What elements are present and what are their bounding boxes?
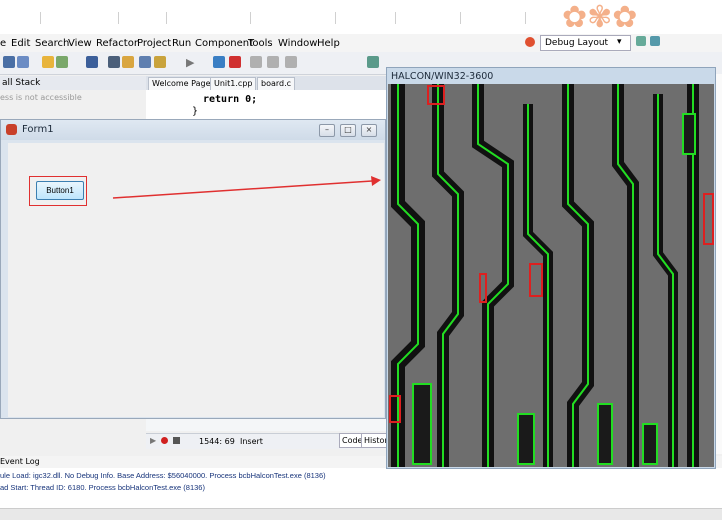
cursor-position: 1544: 69 <box>199 437 235 446</box>
macro-play-icon[interactable]: ▶ <box>150 436 156 445</box>
menu-view[interactable]: View <box>68 38 92 49</box>
call-stack-message: ess is not accessible <box>0 93 82 102</box>
save-icon[interactable] <box>86 56 98 68</box>
menu-search[interactable]: Search <box>35 38 69 49</box>
open-project-icon[interactable] <box>3 56 15 68</box>
menu-project[interactable]: Project <box>137 38 171 49</box>
pause-icon[interactable] <box>213 56 225 68</box>
add-file-icon[interactable] <box>56 56 68 68</box>
pad <box>682 113 696 155</box>
menu-run[interactable]: Run <box>172 38 191 49</box>
call-stack-header: all Stack <box>0 76 148 90</box>
window-minimize-icon[interactable]: – <box>319 124 335 137</box>
component-icon[interactable] <box>367 56 379 68</box>
window-close-icon[interactable]: × <box>361 124 377 137</box>
view-unit-icon[interactable] <box>154 56 166 68</box>
form1-title: Form1 <box>22 124 54 135</box>
divider <box>335 12 336 24</box>
run-icon[interactable]: ▶ <box>186 56 194 69</box>
menu-window[interactable]: Window <box>278 38 317 49</box>
bottom-bar <box>0 508 722 520</box>
stop-macro-icon[interactable] <box>173 437 180 444</box>
menu-edit[interactable]: Edit <box>11 38 30 49</box>
stop-icon[interactable] <box>229 56 241 68</box>
halcon-image <box>388 84 714 467</box>
step-over-icon[interactable] <box>250 56 262 68</box>
right-panel-edge <box>716 74 722 454</box>
divider <box>525 12 526 24</box>
pad <box>517 413 535 465</box>
tab-board-c[interactable]: board.c <box>257 77 296 91</box>
halcon-title: HALCON/WIN32-3600 <box>391 71 494 82</box>
toggle-form-icon[interactable] <box>139 56 151 68</box>
editor-scrollbar[interactable] <box>146 419 386 431</box>
code-line: return 0; <box>203 94 258 105</box>
divider <box>460 12 461 24</box>
button1[interactable]: Button1 <box>36 181 84 200</box>
tab-welcome-page[interactable]: Welcome Page <box>148 77 215 91</box>
pad <box>412 383 432 465</box>
menu-component[interactable]: Component <box>195 38 253 49</box>
save-all-icon[interactable] <box>17 56 29 68</box>
log-line: ad Start: Thread ID: 6180. Process bcbHa… <box>0 483 205 492</box>
menu-help[interactable]: Help <box>317 38 340 49</box>
pad <box>597 403 613 465</box>
record-icon[interactable] <box>161 437 168 444</box>
run-to-cursor-icon[interactable] <box>285 56 297 68</box>
menu-tools[interactable]: Tools <box>248 38 273 49</box>
layout-options-icon[interactable] <box>650 36 660 46</box>
chevron-down-icon[interactable]: ▾ <box>617 37 622 47</box>
code-brace: } <box>192 106 199 117</box>
event-log: ule Load: igc32.dll. No Debug Info. Base… <box>0 468 722 508</box>
tab-unit1-cpp[interactable]: Unit1.cpp <box>210 77 257 91</box>
divider <box>250 12 251 24</box>
divider <box>118 12 119 24</box>
pad <box>642 423 658 465</box>
layout-save-icon[interactable] <box>636 36 646 46</box>
new-icon[interactable] <box>42 56 54 68</box>
divider <box>40 12 41 24</box>
menu-refactor[interactable]: Refactor <box>96 38 138 49</box>
insert-mode: Insert <box>240 437 263 446</box>
log-line: ule Load: igc32.dll. No Debug Info. Base… <box>0 471 326 480</box>
open-icon[interactable] <box>122 56 134 68</box>
window-restore-icon[interactable]: □ <box>340 124 356 137</box>
form-app-icon <box>6 124 17 135</box>
print-icon[interactable] <box>108 56 120 68</box>
divider <box>395 12 396 24</box>
debug-layout-icon <box>525 37 535 47</box>
code-editor[interactable] <box>146 90 386 120</box>
divider <box>166 12 167 24</box>
menu-file[interactable]: e <box>0 38 6 49</box>
trace-into-icon[interactable] <box>267 56 279 68</box>
